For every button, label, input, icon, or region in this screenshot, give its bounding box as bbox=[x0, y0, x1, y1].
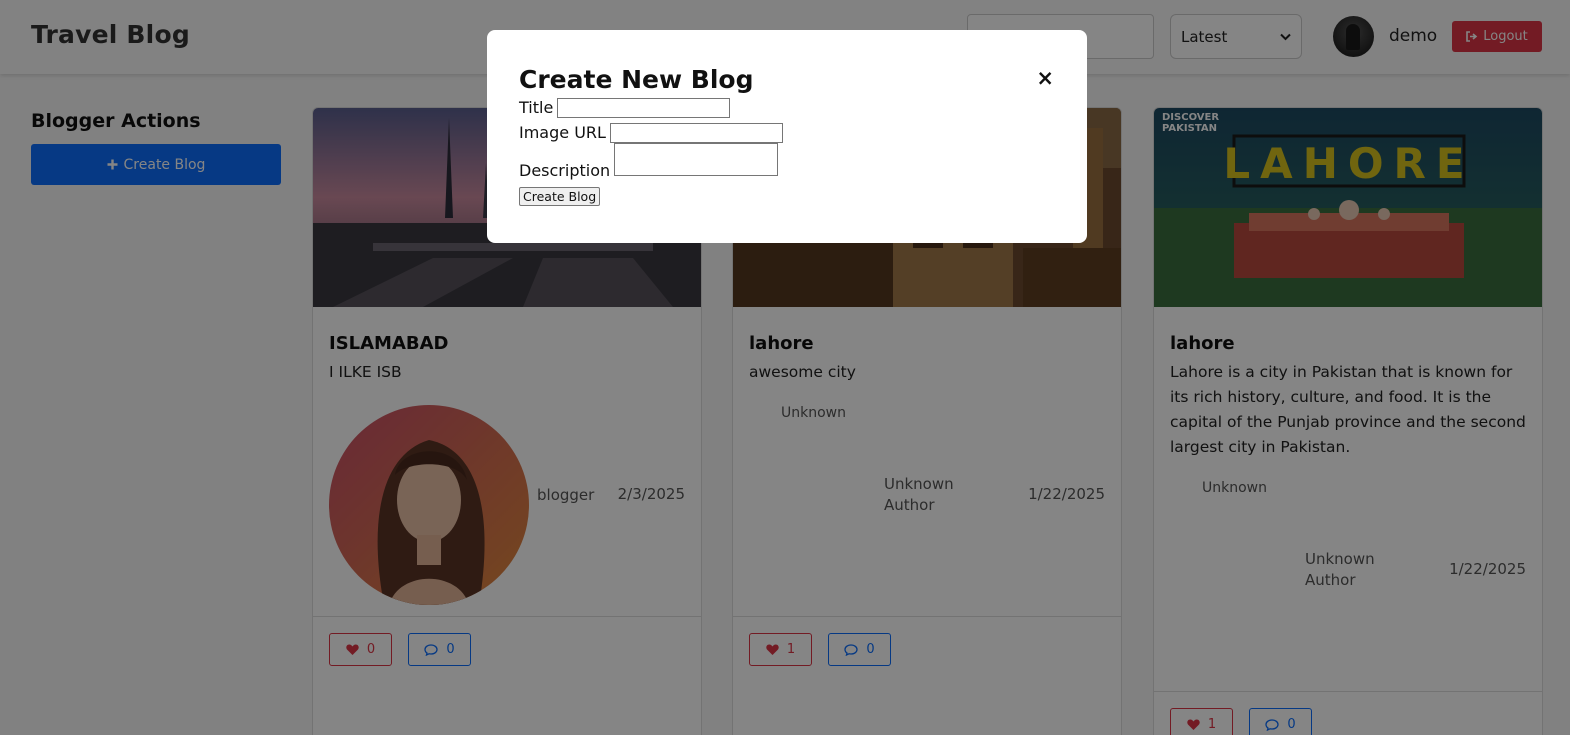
create-blog-submit[interactable]: Create Blog bbox=[519, 187, 601, 206]
title-label: Title bbox=[519, 98, 554, 117]
modal-title: Create New Blog bbox=[519, 65, 754, 94]
image-url-input[interactable] bbox=[609, 123, 783, 143]
image-url-label: Image URL bbox=[519, 123, 606, 142]
create-blog-modal: Create New Blog × Title Image URL Descri… bbox=[487, 30, 1087, 243]
title-input[interactable] bbox=[557, 98, 731, 118]
description-textarea[interactable] bbox=[614, 143, 779, 176]
description-label: Description bbox=[519, 161, 611, 180]
close-icon[interactable]: × bbox=[1036, 66, 1054, 90]
create-blog-form: Title Image URL Description Create Blog bbox=[519, 96, 1055, 206]
